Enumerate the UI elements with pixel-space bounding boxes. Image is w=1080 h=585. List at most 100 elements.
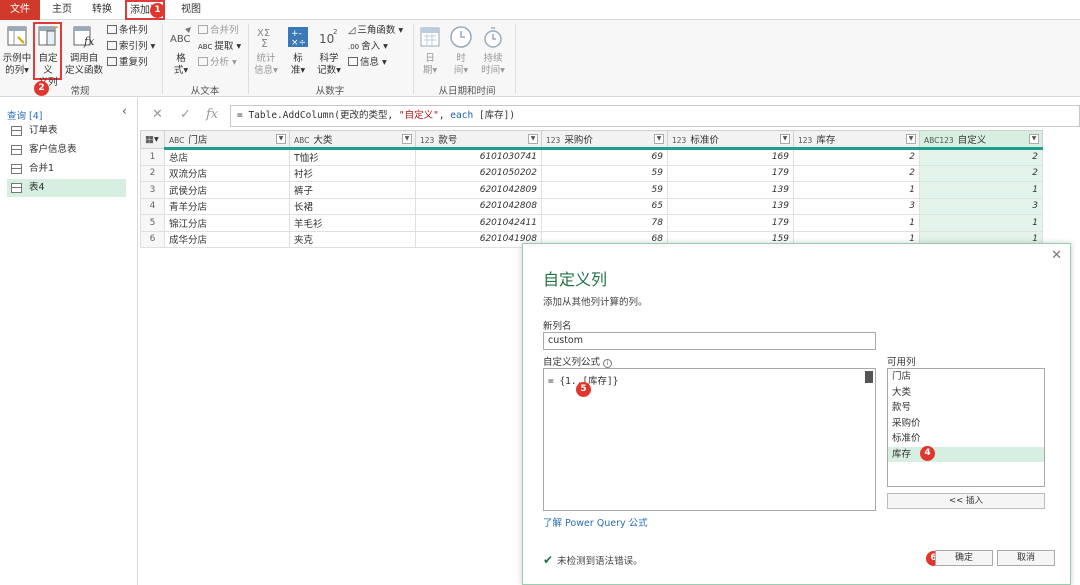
table-cell[interactable]: 2 bbox=[919, 148, 1043, 166]
table-cell[interactable]: 2 bbox=[793, 164, 920, 182]
query-item[interactable]: 客户信息表 bbox=[7, 141, 126, 159]
table-cell[interactable]: 裤子 bbox=[289, 181, 416, 199]
table-cell[interactable]: 长裙 bbox=[289, 197, 416, 215]
duplicate-column-button[interactable]: 重复列 bbox=[107, 56, 148, 69]
table-cell[interactable]: 6201042808 bbox=[415, 197, 542, 215]
table-cell[interactable]: 锦江分店 bbox=[164, 214, 290, 232]
table-cell[interactable]: 羊毛衫 bbox=[289, 214, 416, 232]
column-header[interactable]: 123 采购价 ▼ bbox=[541, 130, 668, 150]
table-cell[interactable]: 3 bbox=[793, 197, 920, 215]
table-cell[interactable]: 总店 bbox=[164, 148, 290, 166]
filter-dropdown-icon[interactable]: ▼ bbox=[906, 134, 916, 144]
format-button[interactable]: ABC 格 式▾ bbox=[168, 25, 194, 77]
table-cell[interactable]: 青羊分店 bbox=[164, 197, 290, 215]
date-button[interactable]: 日 期▾ bbox=[418, 25, 442, 77]
filter-dropdown-icon[interactable]: ▼ bbox=[528, 134, 538, 144]
trig-button[interactable]: ◿ 三角函数 ▾ bbox=[348, 24, 403, 37]
index-column-button[interactable]: 索引列 ▾ bbox=[107, 40, 155, 53]
step-badge-1: 1 bbox=[150, 3, 165, 18]
custom-formula-editor[interactable]: = {1..[库存]} bbox=[543, 368, 876, 511]
insert-button[interactable]: << 插入 bbox=[887, 493, 1045, 509]
filter-dropdown-icon[interactable]: ▼ bbox=[276, 134, 286, 144]
conditional-column-button[interactable]: 条件列 bbox=[107, 24, 148, 37]
filter-dropdown-icon[interactable]: ▼ bbox=[1029, 134, 1039, 144]
available-column-item[interactable]: 大类 bbox=[888, 385, 1044, 401]
table-cell[interactable]: 武侯分店 bbox=[164, 181, 290, 199]
invoke-custom-function-button[interactable]: fx 调用自 定义函数 bbox=[64, 25, 104, 77]
filter-dropdown-icon[interactable]: ▼ bbox=[780, 134, 790, 144]
parse-button[interactable]: 分析 ▾ bbox=[198, 56, 237, 69]
table-cell[interactable]: 衬衫 bbox=[289, 164, 416, 182]
tab-transform[interactable]: 转换 bbox=[84, 0, 120, 20]
available-column-item[interactable]: 标准价 bbox=[888, 431, 1044, 447]
column-header[interactable]: 123 库存 ▼ bbox=[793, 130, 920, 150]
table-cell[interactable]: 139 bbox=[667, 197, 794, 215]
table-cell[interactable]: 6201042411 bbox=[415, 214, 542, 232]
table-cell[interactable]: 169 bbox=[667, 148, 794, 166]
table-cell[interactable]: 6201050202 bbox=[415, 164, 542, 182]
available-column-item[interactable]: 采购价 bbox=[888, 416, 1044, 432]
custom-column-button[interactable]: 自定义 义列 bbox=[35, 25, 61, 89]
column-from-examples-button[interactable]: 示例中 的列▾ bbox=[2, 25, 32, 77]
scientific-button[interactable]: 10 2 科学 记数▾ bbox=[314, 25, 344, 77]
new-column-name-input[interactable]: custom bbox=[543, 332, 876, 350]
merge-columns-button[interactable]: 合并列 bbox=[198, 24, 239, 37]
column-header[interactable]: 123 标准价 ▼ bbox=[667, 130, 794, 150]
table-cell[interactable]: 179 bbox=[667, 164, 794, 182]
table-cell[interactable]: 139 bbox=[667, 181, 794, 199]
available-column-item[interactable]: 款号 bbox=[888, 400, 1044, 416]
column-header[interactable]: ABC 大类 ▼ bbox=[289, 130, 416, 150]
tab-view[interactable]: 视图 bbox=[173, 0, 209, 20]
query-item[interactable]: 合并1 bbox=[7, 160, 126, 178]
table-cell[interactable]: 成华分店 bbox=[164, 230, 290, 248]
time-button[interactable]: 时 间▾ bbox=[448, 25, 474, 77]
table-cell[interactable]: 1 bbox=[919, 181, 1043, 199]
standard-button[interactable]: +- ×÷ 标 准▾ bbox=[284, 25, 312, 77]
filter-dropdown-icon[interactable]: ▼ bbox=[654, 134, 664, 144]
table-cell[interactable]: 179 bbox=[667, 214, 794, 232]
info-button[interactable]: 信息 ▾ bbox=[348, 56, 387, 69]
close-icon[interactable]: ✕ bbox=[1051, 248, 1062, 263]
query-item[interactable]: 订单表 bbox=[7, 122, 126, 140]
table-cell[interactable]: 6201042809 bbox=[415, 181, 542, 199]
filter-dropdown-icon[interactable]: ▼ bbox=[402, 134, 412, 144]
table-cell[interactable]: 1 bbox=[919, 214, 1043, 232]
table-menu-icon[interactable]: ▦▾ bbox=[140, 130, 165, 149]
table-cell[interactable]: T恤衫 bbox=[289, 148, 416, 166]
table-cell[interactable]: 6101030741 bbox=[415, 148, 542, 166]
table-cell[interactable]: 双流分店 bbox=[164, 164, 290, 182]
statistics-button[interactable]: XΣ Σ 统计 信息▾ bbox=[252, 25, 280, 77]
column-header[interactable]: ABC 门店 ▼ bbox=[164, 130, 290, 150]
query-item-selected[interactable]: 表4 bbox=[7, 179, 126, 197]
table-cell[interactable]: 78 bbox=[541, 214, 668, 232]
available-column-item[interactable]: 门店 bbox=[888, 369, 1044, 385]
table-icon bbox=[11, 164, 22, 174]
cancel-button[interactable]: 取消 bbox=[997, 550, 1055, 566]
cancel-formula-icon[interactable]: ✕ bbox=[152, 107, 163, 122]
table-cell[interactable]: 1 bbox=[793, 181, 920, 199]
collapse-chevron-icon[interactable]: ‹ bbox=[122, 104, 127, 118]
rounding-button[interactable]: .00 舍入 ▾ bbox=[348, 40, 388, 54]
ok-button[interactable]: 确定 bbox=[935, 550, 993, 566]
table-cell[interactable]: 59 bbox=[541, 164, 668, 182]
table-cell[interactable]: 1 bbox=[793, 214, 920, 232]
scrollbar-thumb[interactable] bbox=[865, 371, 873, 383]
table-cell[interactable]: 3 bbox=[919, 197, 1043, 215]
confirm-formula-icon[interactable]: ✓ bbox=[180, 107, 191, 122]
table-cell[interactable]: 69 bbox=[541, 148, 668, 166]
column-header[interactable]: 123 款号 ▼ bbox=[415, 130, 542, 150]
duration-button[interactable]: 持续 时间▾ bbox=[478, 25, 508, 77]
learn-power-query-link[interactable]: 了解 Power Query 公式 bbox=[543, 515, 648, 529]
available-column-item-selected[interactable]: 库存 bbox=[888, 446, 1044, 462]
table-cell[interactable]: 65 bbox=[541, 197, 668, 215]
table-cell[interactable]: 2 bbox=[919, 164, 1043, 182]
extract-button[interactable]: ABC 提取 ▾ bbox=[198, 40, 241, 54]
tab-home[interactable]: 主页 bbox=[44, 0, 80, 20]
formula-input[interactable]: = Table.AddColumn(更改的类型, "自定义", each [库存… bbox=[230, 105, 1080, 127]
table-cell[interactable]: 59 bbox=[541, 181, 668, 199]
tab-file[interactable]: 文件 bbox=[0, 0, 40, 20]
table-cell[interactable]: 2 bbox=[793, 148, 920, 166]
table-cell[interactable]: 夹克 bbox=[289, 230, 416, 248]
fx-icon[interactable]: fx bbox=[206, 107, 218, 122]
column-header-custom[interactable]: ABC123 自定义 ▼ bbox=[919, 130, 1043, 150]
